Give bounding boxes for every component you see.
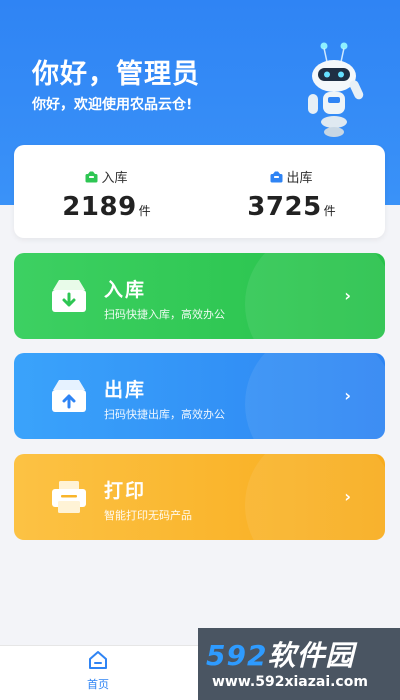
print-desc: 智能打印无码产品 — [104, 509, 192, 522]
stat-in-label: 入库 — [101, 171, 128, 186]
greeting-subtitle: 你好，欢迎使用农品云仓! — [32, 97, 193, 113]
stock-out-card[interactable]: 出库 扫码快捷出库，高效办公 › — [14, 353, 385, 439]
stat-out-value: 3725 — [247, 192, 322, 222]
stock-in-title: 入库 — [104, 279, 147, 301]
stat-in-unit: 件 — [138, 204, 151, 218]
stat-out-label: 出库 — [286, 171, 313, 186]
printer-icon — [52, 481, 86, 513]
stock-in-desc: 扫码快捷入库，高效办公 — [104, 308, 225, 321]
stat-in-stock: 入库 2189 件 — [14, 145, 199, 238]
site-watermark: 592软件园 www.592xiazai.com — [198, 628, 400, 700]
stock-out-title: 出库 — [104, 379, 147, 401]
stat-in-value: 2189 — [62, 192, 137, 222]
print-title: 打印 — [104, 480, 147, 502]
stats-card: 入库 2189 件 出库 3725 件 — [14, 145, 385, 238]
stat-out-stock: 出库 3725 件 — [199, 145, 384, 238]
robot-mascot-icon — [308, 42, 364, 137]
watermark-logo: 592软件园 — [206, 639, 355, 672]
stock-in-box-icon — [52, 280, 86, 312]
chevron-right-icon: › — [344, 286, 351, 305]
print-card[interactable]: 打印 智能打印无码产品 › — [14, 454, 385, 540]
tab-home[interactable]: 首页 — [70, 650, 126, 696]
stock-out-box-icon — [52, 380, 86, 412]
stock-in-card[interactable]: 入库 扫码快捷入库，高效办公 › — [14, 253, 385, 339]
greeting-title: 你好，管理员 — [32, 59, 200, 90]
outbox-blue-icon — [270, 171, 283, 182]
stock-out-desc: 扫码快捷出库，高效办公 — [104, 408, 225, 421]
tab-home-label: 首页 — [87, 678, 109, 691]
inbox-green-icon — [85, 171, 98, 182]
chevron-right-icon: › — [344, 386, 351, 405]
chevron-right-icon: › — [344, 487, 351, 506]
stat-out-unit: 件 — [323, 204, 336, 218]
home-icon — [89, 651, 107, 669]
watermark-url: www.592xiazai.com — [212, 674, 368, 690]
